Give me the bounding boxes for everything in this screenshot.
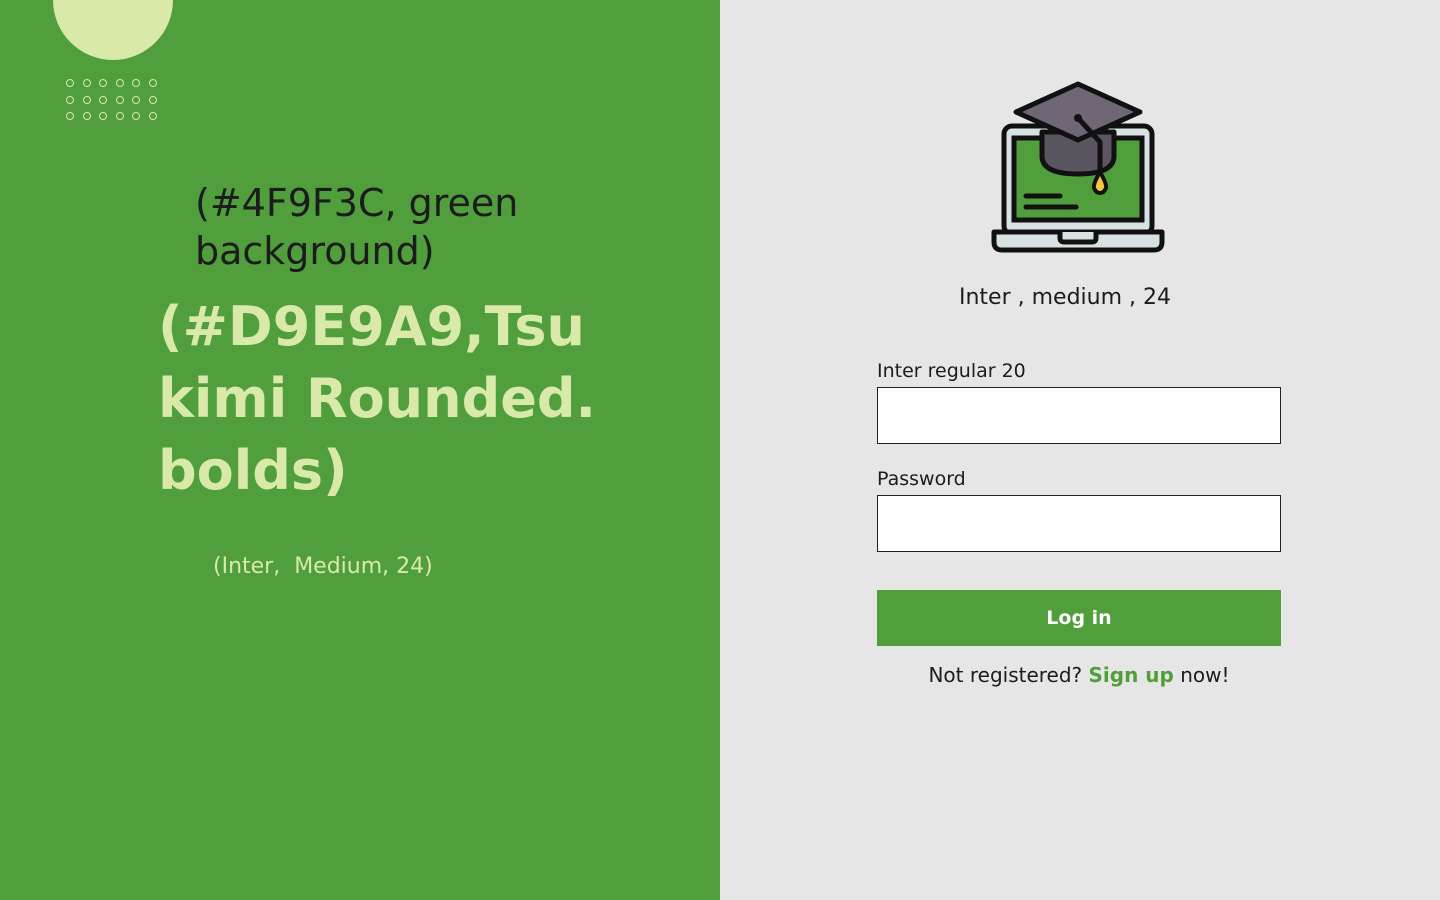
signup-prefix: Not registered? — [928, 663, 1083, 687]
login-page: (#4F9F3C, green background) (#D9E9A9,Tsu… — [0, 0, 1440, 900]
left-headline: (#D9E9A9,Tsukimi Rounded.bolds) — [158, 295, 597, 502]
dot-grid-pattern — [66, 79, 162, 125]
signup-link[interactable]: Sign up — [1089, 663, 1174, 687]
graduation-cap-laptop-icon — [991, 81, 1165, 253]
login-button[interactable]: Log in — [877, 590, 1281, 646]
password-label: Password — [877, 468, 966, 490]
password-field[interactable] — [877, 495, 1281, 552]
form-title: Inter , medium , 24 — [958, 285, 1171, 310]
left-subtext: (Inter, Medium, 24) — [213, 554, 433, 579]
background-color-note: (#4F9F3C, green background) — [195, 181, 519, 273]
username-field[interactable] — [877, 387, 1281, 444]
right-panel: Inter , medium , 24 Inter regular 20 Pas… — [720, 0, 1440, 900]
signup-suffix: now! — [1180, 663, 1230, 687]
signup-prompt: Not registered? Sign up now! — [877, 660, 1281, 690]
decorative-circle — [53, 0, 173, 60]
username-label: Inter regular 20 — [877, 360, 1026, 382]
left-panel: (#4F9F3C, green background) (#D9E9A9,Tsu… — [0, 0, 720, 900]
